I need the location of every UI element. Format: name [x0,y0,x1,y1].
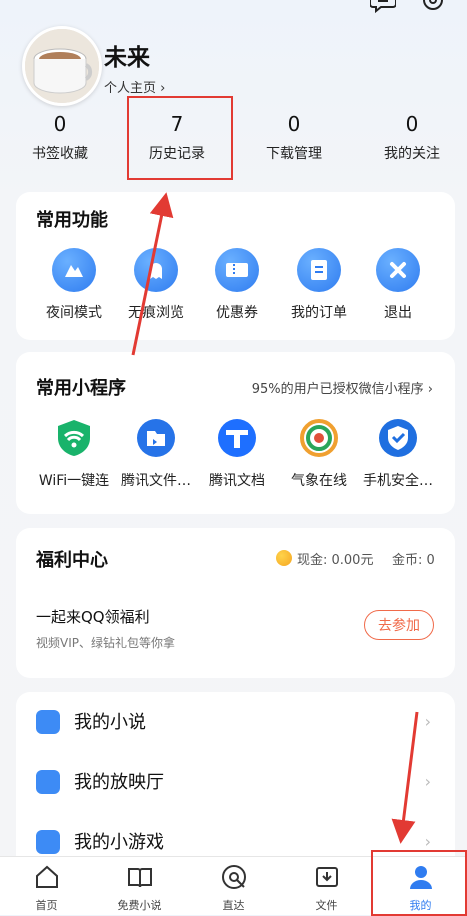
annotation-arrow-mine [391,711,419,844]
annotation-arrow-history [131,192,174,356]
annotation-arrows [131,192,419,844]
